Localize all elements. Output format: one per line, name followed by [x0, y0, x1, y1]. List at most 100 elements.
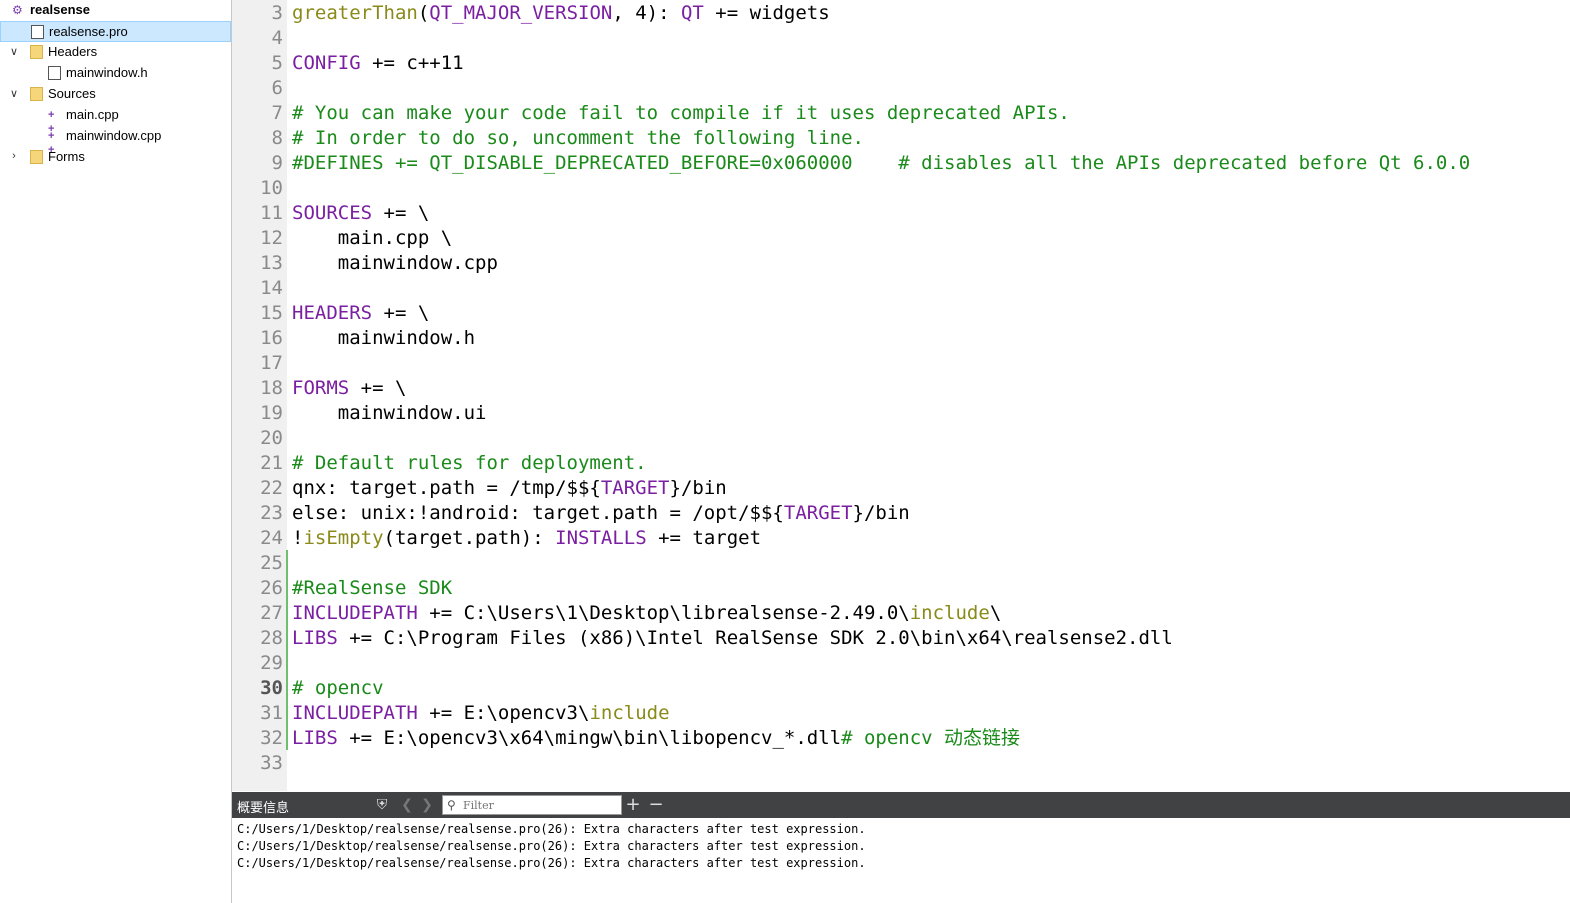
code-token: LIBS [292, 727, 338, 749]
line-source: LIBS += E:\opencv3\x64\mingw\bin\libopen… [292, 726, 1020, 751]
chevron-down-icon[interactable]: ∨ [8, 87, 20, 101]
output-line[interactable]: C:/Users/1/Desktop/realsense/realsense.p… [237, 839, 866, 853]
code-line[interactable]: 31 INCLUDEPATH += E:\opencv3\include [232, 701, 1570, 726]
code-line[interactable]: 27 INCLUDEPATH += C:\Users\1\Desktop\libr… [232, 601, 1570, 626]
line-number: 5 [271, 52, 283, 74]
code-line[interactable]: 23 else: unix:!android: target.path = /op… [232, 501, 1570, 526]
code-token: INCLUDEPATH [292, 702, 418, 724]
tree-item[interactable]: mainwindow.h [0, 63, 231, 84]
line-source: greaterThan(QT_MAJOR_VERSION, 4): QT += … [292, 1, 830, 26]
line-number: 28 [260, 627, 283, 649]
code-line[interactable]: 26 #RealSense SDK [232, 576, 1570, 601]
code-line[interactable]: 14 [232, 276, 1570, 301]
code-token: # In order to do so, uncomment the follo… [292, 127, 864, 149]
code-line[interactable]: 8 # In order to do so, uncomment the foll… [232, 126, 1570, 151]
line-source: LIBS += C:\Program Files (x86)\Intel Rea… [292, 626, 1173, 651]
line-source: mainwindow.ui [292, 401, 487, 426]
code-line[interactable]: 22 qnx: target.path = /tmp/$${TARGET}/bin [232, 476, 1570, 501]
zoom-out-icon[interactable]: − [646, 795, 666, 815]
code-token: }/bin [852, 502, 910, 524]
code-line[interactable]: 16 mainwindow.h [232, 326, 1570, 351]
code-token: else: unix:!android: target.path = /opt/… [292, 502, 784, 524]
chevron-right-icon[interactable]: › [8, 150, 20, 164]
tree-item[interactable]: + + mainwindow.cpp [0, 126, 231, 156]
code-token: isEmpty [303, 527, 384, 549]
code-line[interactable]: 30 # opencv [232, 676, 1570, 701]
code-token: SOURCES [292, 202, 373, 224]
cpp-file-icon: + + [48, 109, 57, 135]
code-line[interactable]: 32 LIBS += E:\opencv3\x64\mingw\bin\libop… [232, 726, 1570, 751]
line-number: 11 [260, 202, 283, 224]
code-line[interactable]: 21 # Default rules for deployment. [232, 451, 1570, 476]
line-number: 4 [271, 27, 283, 49]
output-line[interactable]: C:/Users/1/Desktop/realsense/realsense.p… [237, 856, 866, 870]
code-line[interactable]: 25 [232, 551, 1570, 576]
zoom-in-icon[interactable]: + [623, 795, 643, 815]
tree-item-label: mainwindow.h [66, 65, 148, 80]
code-token: mainwindow.h [292, 327, 476, 349]
line-source: INCLUDEPATH += C:\Users\1\Desktop\librea… [292, 601, 1001, 626]
filter-box[interactable]: ⚲ [442, 795, 622, 815]
code-line[interactable]: 24 !isEmpty(target.path): INSTALLS += tar… [232, 526, 1570, 551]
code-line[interactable]: 6 [232, 76, 1570, 101]
code-line[interactable]: 17 [232, 351, 1570, 376]
code-line[interactable]: 19 mainwindow.ui [232, 401, 1570, 426]
code-editor[interactable]: 3 greaterThan(QT_MAJOR_VERSION, 4): QT +=… [232, 0, 1570, 791]
code-line[interactable]: 33 [232, 751, 1570, 776]
line-number: 9 [271, 152, 283, 174]
line-number: 22 [260, 477, 283, 499]
output-pane[interactable]: C:/Users/1/Desktop/realsense/realsense.p… [232, 818, 1570, 903]
output-line[interactable]: C:/Users/1/Desktop/realsense/realsense.p… [237, 822, 866, 836]
filter-input[interactable] [463, 797, 613, 813]
header-file-icon [48, 66, 61, 80]
code-token: QT_MAJOR_VERSION [429, 2, 613, 24]
code-line[interactable]: 9 #DEFINES += QT_DISABLE_DEPRECATED_BEFOR… [232, 151, 1570, 176]
folder-icon [30, 150, 43, 164]
code-token: }/bin [669, 477, 727, 499]
code-line[interactable]: 3 greaterThan(QT_MAJOR_VERSION, 4): QT +=… [232, 1, 1570, 26]
code-line[interactable]: 12 main.cpp \ [232, 226, 1570, 251]
tree-item[interactable]: ⚙ realsense [0, 0, 231, 21]
line-source: qnx: target.path = /tmp/$${TARGET}/bin [292, 476, 727, 501]
code-line[interactable]: 13 mainwindow.cpp [232, 251, 1570, 276]
line-number: 10 [260, 177, 283, 199]
code-line[interactable]: 29 [232, 651, 1570, 676]
code-line[interactable]: 5 CONFIG += c++11 [232, 51, 1570, 76]
line-number: 27 [260, 602, 283, 624]
code-token: ( [417, 2, 430, 24]
code-token: greaterThan [292, 2, 418, 24]
line-source: # Default rules for deployment. [292, 451, 647, 476]
code-line[interactable]: 28 LIBS += C:\Program Files (x86)\Intel R… [232, 626, 1570, 651]
tree-item[interactable]: ∨ Headers [0, 42, 231, 63]
search-icon: ⚲ [447, 798, 456, 812]
line-source: # opencv [292, 676, 384, 701]
tree-item-label: Forms [48, 149, 85, 164]
line-number: 21 [260, 452, 283, 474]
code-line[interactable]: 11 SOURCES += \ [232, 201, 1570, 226]
previous-item-icon[interactable]: ❮ [397, 795, 417, 815]
code-line[interactable]: 20 [232, 426, 1570, 451]
line-number: 24 [260, 527, 283, 549]
code-token: qnx: target.path = /tmp/$${ [292, 477, 601, 499]
code-line[interactable]: 10 [232, 176, 1570, 201]
line-number: 12 [260, 227, 283, 249]
clear-output-icon[interactable]: ⛨ [372, 795, 392, 815]
folder-icon [30, 87, 43, 101]
tree-item[interactable]: realsense.pro [0, 21, 231, 42]
chevron-down-icon[interactable]: ∨ [8, 45, 20, 59]
code-line[interactable]: 7 # You can make your code fail to compil… [232, 101, 1570, 126]
code-token: (target.path): [383, 527, 556, 549]
tree-item[interactable]: › Forms [0, 147, 231, 168]
project-tree[interactable]: ⚙ realsense realsense.pro ∨ Headers mainwindo… [0, 0, 232, 903]
next-item-icon[interactable]: ❯ [417, 795, 437, 815]
tree-item[interactable]: + + main.cpp [0, 105, 231, 135]
code-line[interactable]: 4 [232, 26, 1570, 51]
code-line[interactable]: 18 FORMS += \ [232, 376, 1570, 401]
tree-item[interactable]: ∨ Sources [0, 84, 231, 105]
code-token: LIBS [292, 627, 338, 649]
line-number: 20 [260, 427, 283, 449]
line-source: CONFIG += c++11 [292, 51, 464, 76]
code-token: += E:\opencv3\ [417, 702, 590, 724]
code-line[interactable]: 15 HEADERS += \ [232, 301, 1570, 326]
code-token: #DEFINES += QT_DISABLE_DEPRECATED_BEFORE… [292, 152, 1471, 174]
